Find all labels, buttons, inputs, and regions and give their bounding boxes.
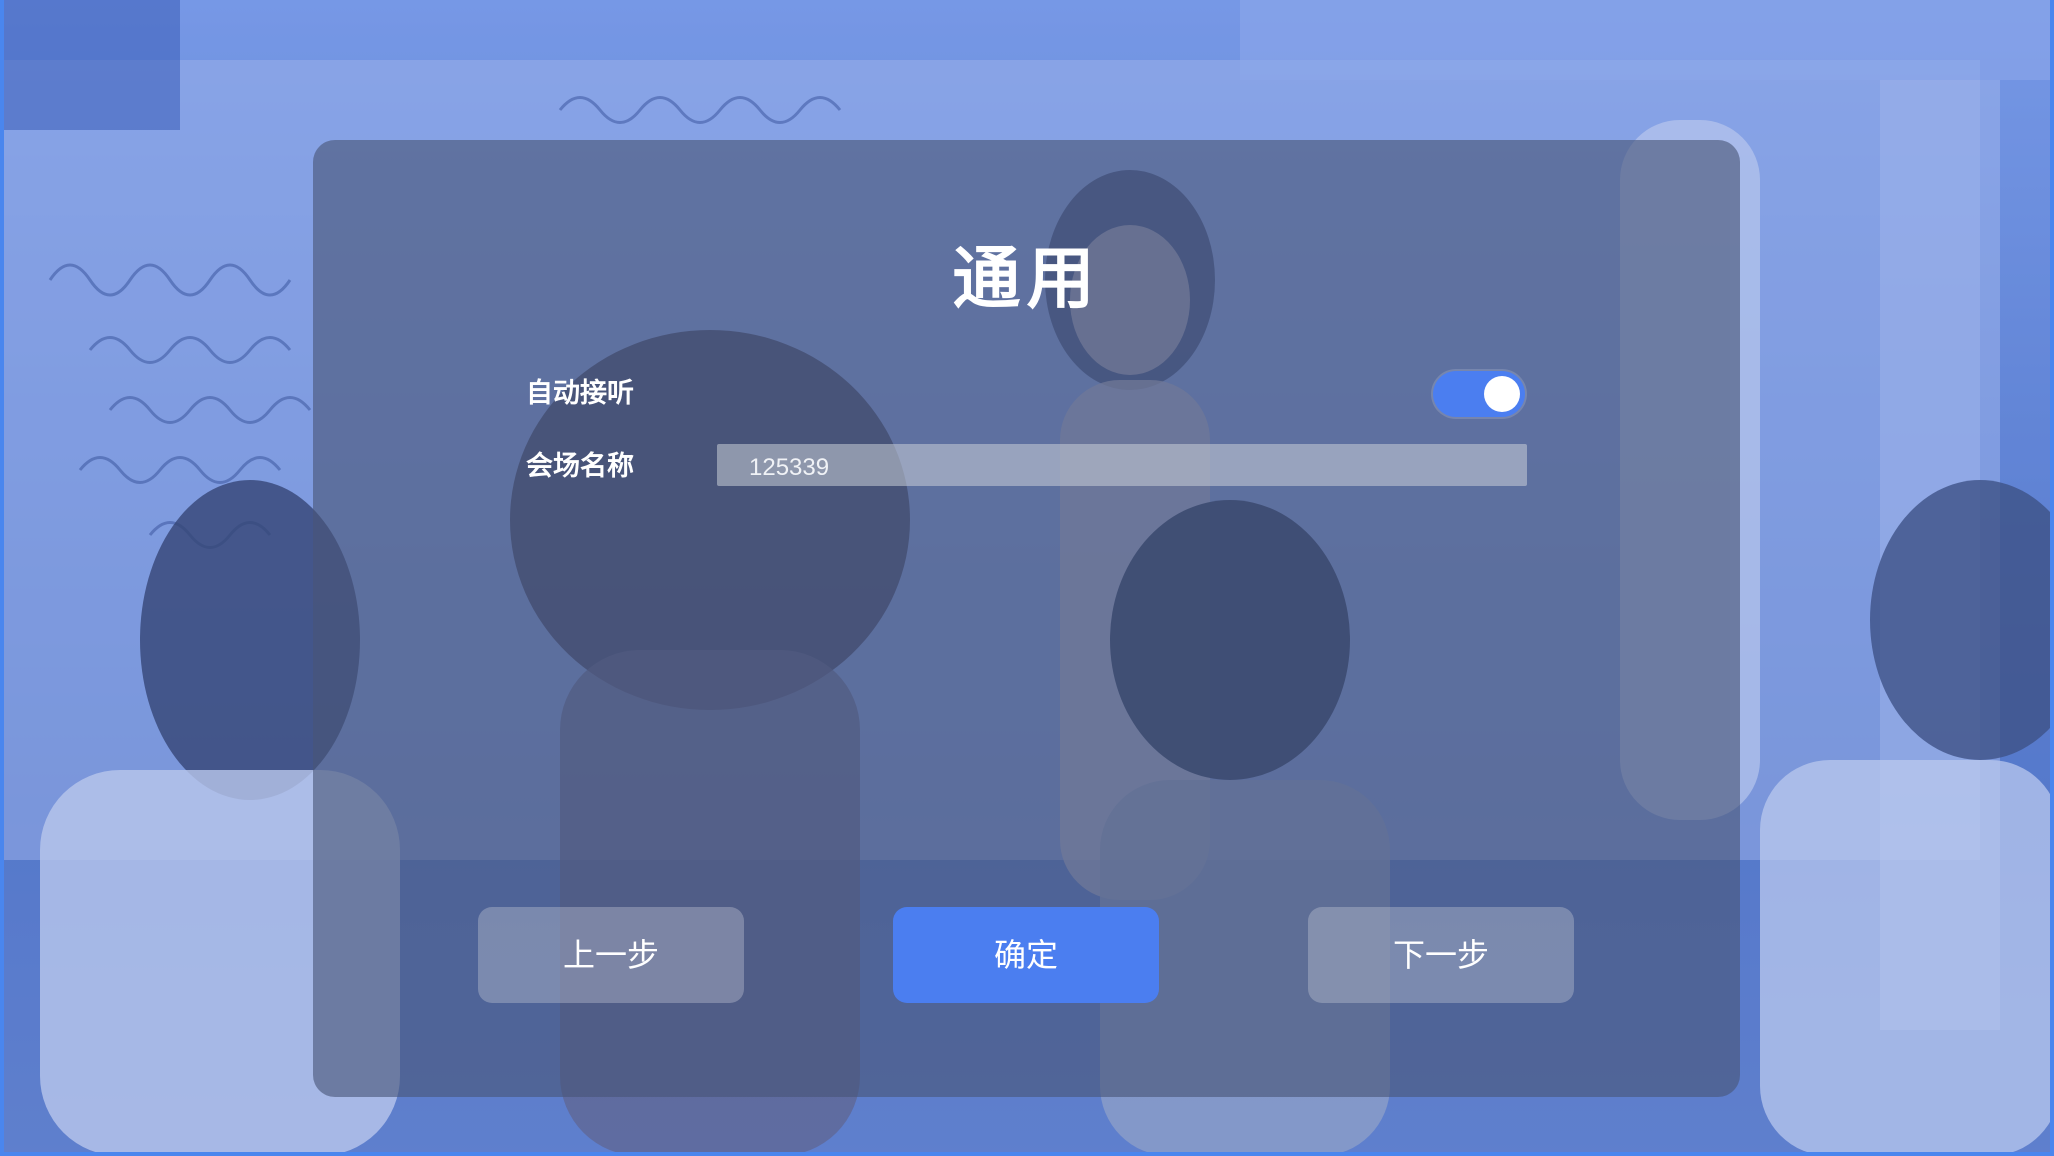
auto-answer-toggle[interactable] [1433, 371, 1525, 417]
dialog-title: 通用 [952, 240, 1101, 319]
previous-step-button[interactable]: 上一步 [478, 907, 744, 1003]
general-settings-dialog: 通用 自动接听 会场名称 上一步 确定 下一步 [313, 140, 1740, 1097]
toggle-knob [1484, 376, 1520, 412]
venue-name-input[interactable] [717, 444, 1527, 486]
confirm-button[interactable]: 确定 [893, 907, 1159, 1003]
next-step-button[interactable]: 下一步 [1308, 907, 1574, 1003]
venue-name-label: 会场名称 [526, 451, 634, 482]
app-screen: 通用 自动接听 会场名称 上一步 确定 下一步 [0, 0, 2054, 1156]
auto-answer-label: 自动接听 [526, 378, 634, 409]
